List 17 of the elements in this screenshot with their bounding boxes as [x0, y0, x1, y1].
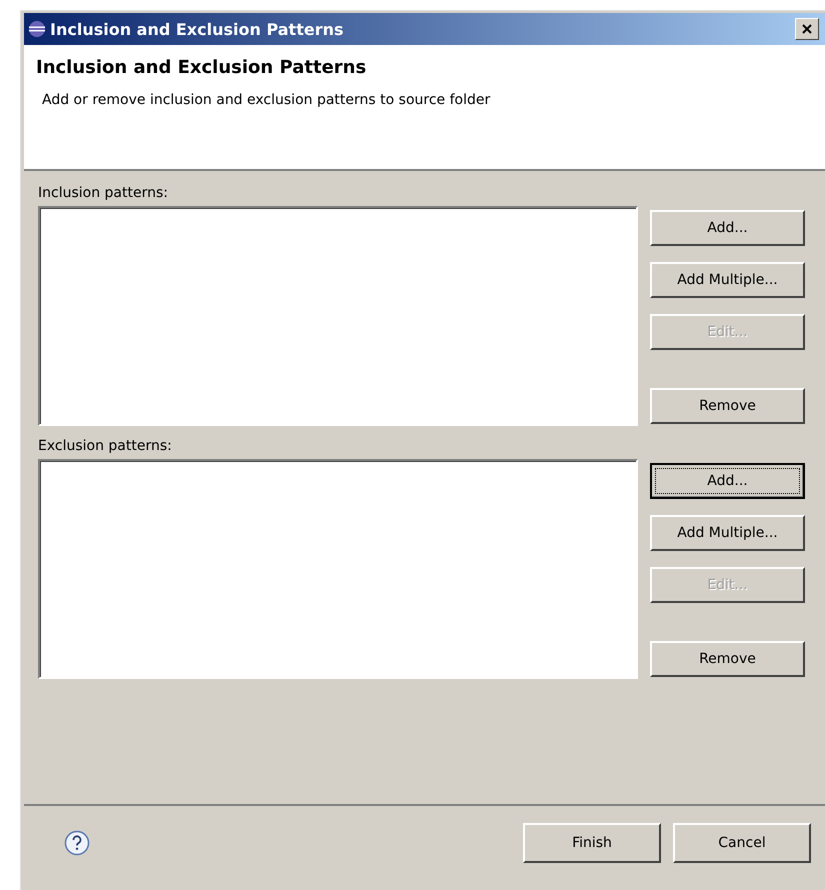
dialog-button[interactable]: Remove	[650, 388, 805, 424]
list-label: Inclusion patterns:	[38, 185, 169, 203]
dialog-button[interactable]: Add Multiple...	[650, 262, 805, 298]
window-title: Inclusion and Exclusion Patterns	[50, 20, 344, 38]
page-title: Inclusion and Exclusion Patterns	[36, 57, 368, 78]
dialog-button[interactable]: Add Multiple...	[650, 515, 805, 551]
help-icon[interactable]	[64, 830, 90, 856]
dialog-button[interactable]: Remove	[650, 641, 805, 677]
dialog-button[interactable]: Add...	[650, 210, 805, 246]
page-description: Add or remove inclusion and exclusion patterns to source folder	[42, 92, 492, 108]
close-button[interactable]	[795, 18, 819, 40]
close-icon	[801, 23, 813, 35]
list-label: Exclusion patterns:	[38, 438, 173, 456]
dialog-button[interactable]: Add...	[650, 463, 805, 499]
globe-icon	[28, 20, 46, 38]
dialog-button[interactable]: Cancel	[673, 823, 811, 863]
dialog-button[interactable]: Finish	[523, 823, 661, 863]
